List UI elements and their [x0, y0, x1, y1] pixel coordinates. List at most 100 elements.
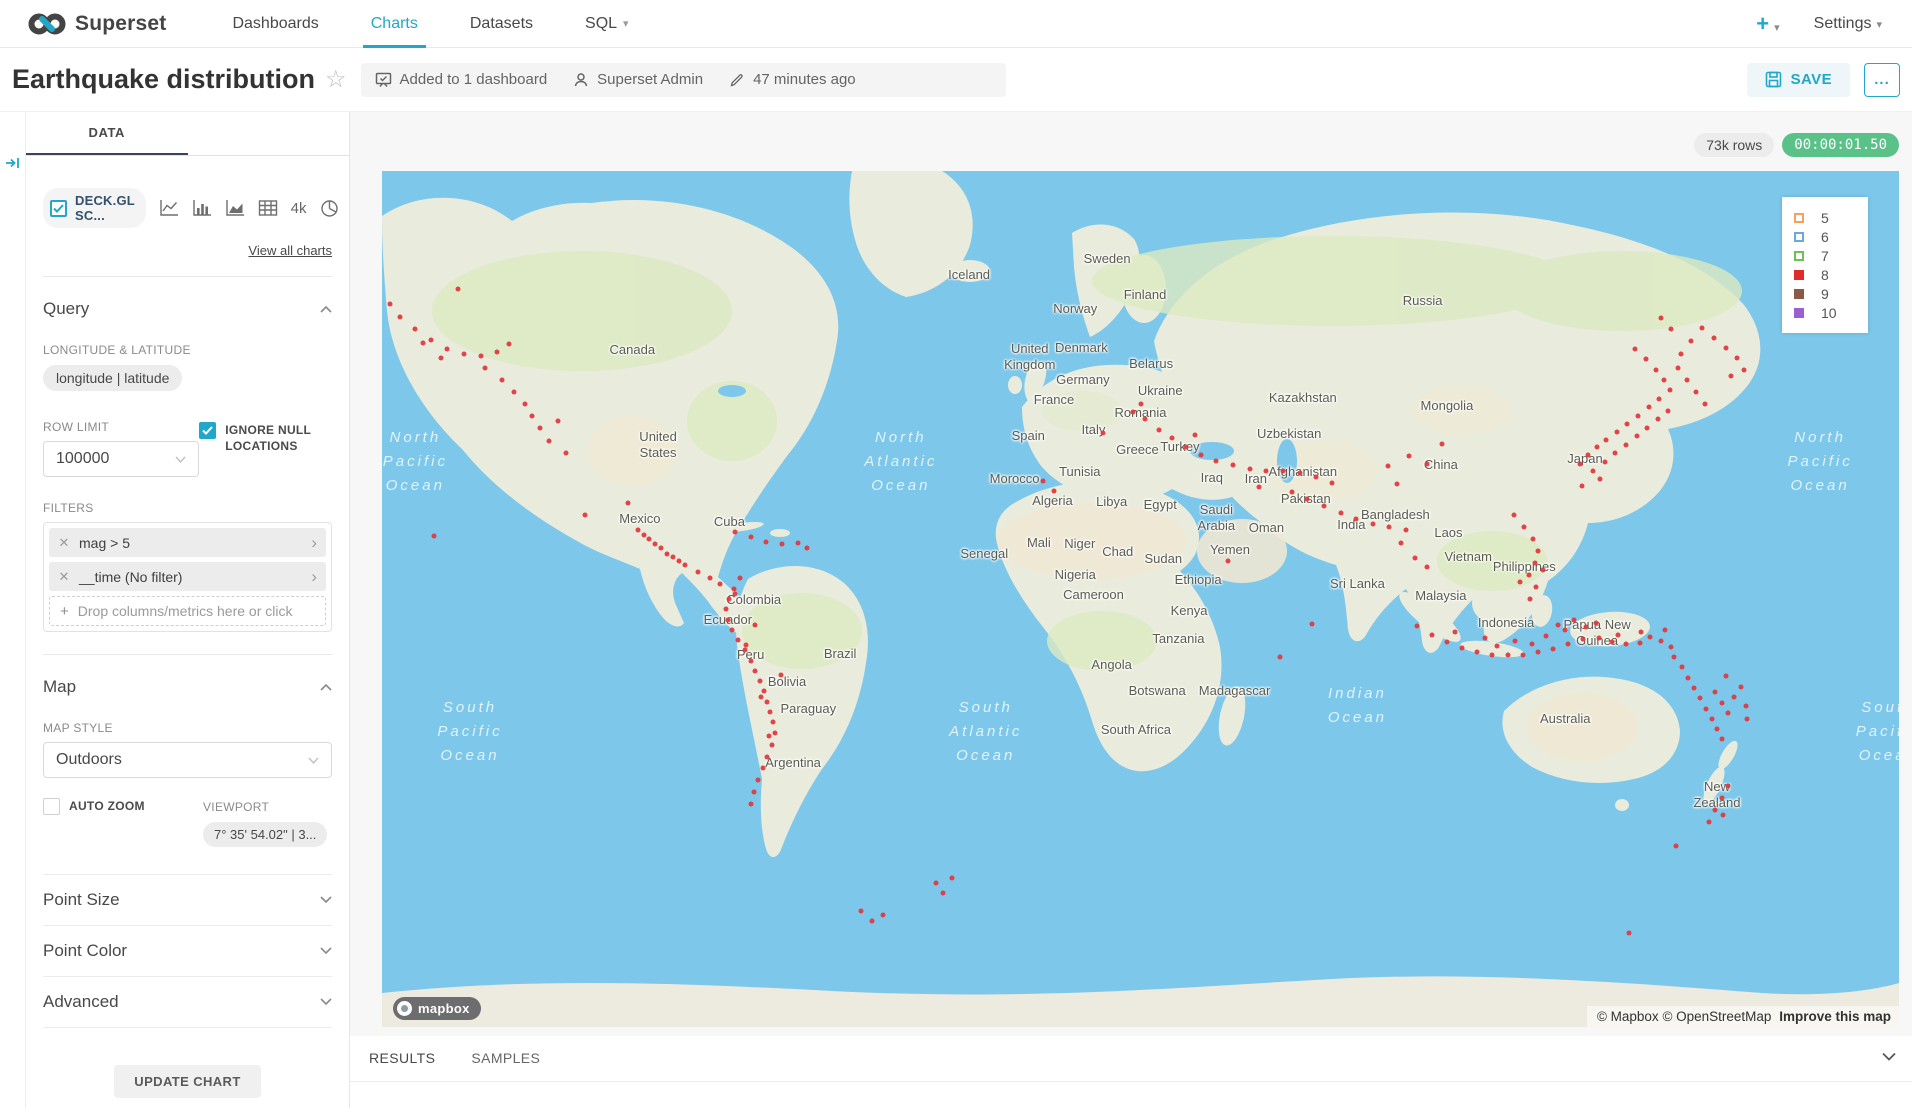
earthquake-point	[753, 622, 758, 627]
earthquake-point	[537, 425, 542, 430]
earthquake-point	[1711, 335, 1716, 340]
ignore-null-checkbox-row[interactable]: IGNORE NULL LOCATIONS	[199, 422, 332, 454]
improve-map-link[interactable]: Improve this map	[1779, 1009, 1891, 1024]
filters-dropzone[interactable]: + Drop columns/metrics here or click	[49, 596, 326, 626]
legend-item[interactable]: 9	[1794, 284, 1856, 303]
chart-header: Earthquake distribution ☆ Added to 1 das…	[0, 48, 1912, 112]
earthquake-point	[1623, 642, 1628, 647]
earthquake-point	[1623, 442, 1628, 447]
section-point-color[interactable]: Point Color	[43, 926, 332, 977]
earthquake-point	[1535, 650, 1540, 655]
view-all-charts-link[interactable]: View all charts	[248, 243, 332, 258]
nav-item-sql[interactable]: SQL▾	[559, 0, 655, 47]
tab-data[interactable]: DATA	[26, 112, 188, 155]
row-limit-select[interactable]: 100000	[43, 441, 199, 477]
ignore-null-checkbox[interactable]	[199, 422, 216, 439]
filters-label: FILTERS	[43, 501, 332, 515]
map-style-select[interactable]: Outdoors	[43, 742, 332, 778]
viewport-chip[interactable]: 7° 35' 54.02" | 3...	[203, 822, 327, 847]
earthquake-point	[1520, 652, 1525, 657]
legend-item[interactable]: 5	[1794, 208, 1856, 227]
settings-menu[interactable]: Settings▾	[1814, 15, 1882, 33]
mapbox-attribution-link[interactable]: © Mapbox	[1597, 1009, 1659, 1024]
chevron-up-icon[interactable]	[320, 305, 332, 313]
earthquake-point	[1616, 632, 1621, 637]
earthquake-point	[1707, 819, 1712, 824]
table-icon[interactable]	[258, 199, 278, 217]
earthquake-point	[759, 694, 764, 699]
earthquake-point	[1686, 675, 1691, 680]
earthquake-point	[1724, 674, 1729, 679]
nav-item-dashboards[interactable]: Dashboards	[206, 0, 344, 47]
results-tab-samples[interactable]: SAMPLES	[471, 1050, 540, 1081]
user-icon	[573, 72, 589, 88]
lonlat-chip[interactable]: longitude | latitude	[43, 365, 182, 391]
viz-selected-checkbox	[50, 200, 67, 217]
dashboard-meta[interactable]: Added to 1 dashboard	[375, 71, 548, 88]
remove-filter-icon[interactable]: ✕	[49, 535, 79, 551]
pie-chart-icon[interactable]	[320, 199, 339, 218]
save-button[interactable]: SAVE	[1747, 63, 1850, 97]
earthquake-point	[1581, 637, 1586, 642]
update-chart-button[interactable]: UPDATE CHART	[114, 1065, 260, 1098]
map-style-label: MAP STYLE	[43, 721, 332, 735]
nav-item-charts[interactable]: Charts	[345, 0, 444, 47]
section-advanced[interactable]: Advanced	[43, 977, 332, 1028]
earthquake-point	[1394, 482, 1399, 487]
filter-chip-list: ✕mag > 5› ✕__time (No filter)›	[49, 528, 326, 591]
results-tab-results[interactable]: RESULTS	[369, 1050, 435, 1081]
mapbox-logo[interactable]: mapbox	[393, 997, 481, 1020]
viz-type-selected[interactable]: DECK.GL SC...	[43, 188, 146, 228]
earthquake-point	[1669, 327, 1674, 332]
legend-item[interactable]: 10	[1794, 303, 1856, 322]
osm-attribution-link[interactable]: © OpenStreetMap	[1662, 1009, 1771, 1024]
more-options-button[interactable]: ...	[1864, 63, 1900, 97]
earthquake-point	[1593, 620, 1598, 625]
lonlat-label: LONGITUDE & LATITUDE	[43, 343, 332, 357]
area-chart-icon[interactable]	[225, 199, 245, 217]
deckgl-scatter-map[interactable]: North Pacific OceanNorth Atlantic OceanS…	[382, 171, 1899, 1027]
query-timer-badge: 00:00:01.50	[1782, 133, 1899, 157]
legend-swatch	[1794, 232, 1804, 242]
collapse-results-icon[interactable]	[1882, 1048, 1896, 1066]
legend-item[interactable]: 7	[1794, 246, 1856, 265]
earthquake-point	[1528, 597, 1533, 602]
earthquake-point	[1648, 634, 1653, 639]
auto-zoom-checkbox[interactable]	[43, 798, 60, 815]
favorite-star-icon[interactable]: ☆	[325, 65, 347, 94]
remove-filter-icon[interactable]: ✕	[49, 569, 79, 585]
viz-4k-badge[interactable]: 4k	[291, 200, 307, 217]
earthquake-point	[1452, 629, 1457, 634]
earthquake-point	[765, 699, 770, 704]
earthquake-point	[1693, 389, 1698, 394]
collapse-panel-icon[interactable]	[5, 156, 21, 170]
chevron-up-icon[interactable]	[320, 683, 332, 691]
nav-item-datasets[interactable]: Datasets	[444, 0, 559, 47]
earthquake-point	[1590, 468, 1595, 473]
earthquake-point	[1247, 466, 1252, 471]
legend-label: 10	[1821, 305, 1837, 321]
earthquake-point	[733, 530, 738, 535]
viewport-label: VIEWPORT	[203, 800, 327, 814]
earthquake-point	[439, 356, 444, 361]
line-chart-icon[interactable]	[159, 199, 179, 217]
filter-chip[interactable]: ✕__time (No filter)›	[49, 562, 326, 591]
earthquake-point	[546, 439, 551, 444]
auto-zoom-checkbox-row[interactable]: AUTO ZOOM	[43, 798, 203, 815]
save-floppy-icon	[1765, 71, 1782, 88]
earthquake-point	[1407, 454, 1412, 459]
section-point-size[interactable]: Point Size	[43, 874, 332, 926]
earthquake-point	[1338, 510, 1343, 515]
superset-logo[interactable]: Superset	[28, 12, 166, 36]
filter-chip[interactable]: ✕mag > 5›	[49, 528, 326, 557]
earthquake-point	[1256, 484, 1261, 489]
bar-chart-icon[interactable]	[192, 199, 212, 217]
legend-item[interactable]: 8	[1794, 265, 1856, 284]
earthquake-point	[1440, 442, 1445, 447]
new-item-button[interactable]: +▾	[1756, 11, 1779, 37]
earthquake-point	[1636, 413, 1641, 418]
earthquake-point	[1551, 646, 1556, 651]
last-modified[interactable]: 47 minutes ago	[729, 71, 856, 88]
earthquake-point	[771, 720, 776, 725]
legend-item[interactable]: 6	[1794, 227, 1856, 246]
